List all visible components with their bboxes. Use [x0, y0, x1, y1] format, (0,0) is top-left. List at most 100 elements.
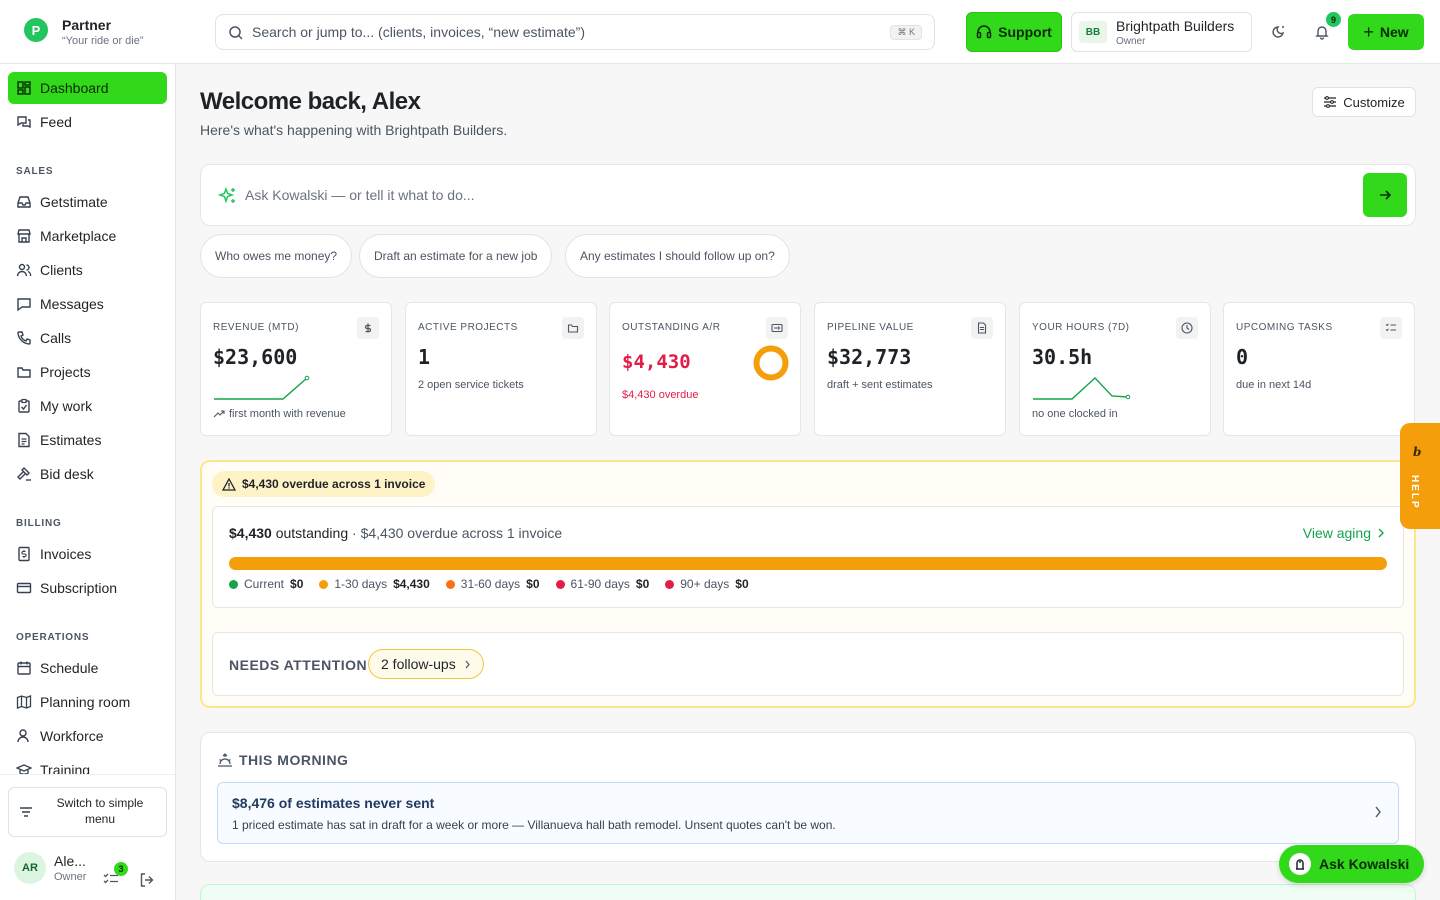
- support-label: Support: [998, 24, 1052, 40]
- logout-icon: [139, 872, 155, 888]
- follow-ups-button[interactable]: 2 follow-ups: [368, 649, 484, 679]
- sidebar-item-marketplace[interactable]: Marketplace: [8, 220, 167, 252]
- partner-logo[interactable]: P: [24, 18, 48, 42]
- page-title: Welcome back, Alex: [200, 88, 421, 115]
- sidebar-item-estimates[interactable]: Estimates: [8, 424, 167, 456]
- sidebar-item-label: Feed: [40, 114, 72, 130]
- legend-amount: $0: [735, 577, 749, 591]
- sidebar-item-label: Marketplace: [40, 228, 117, 244]
- overdue-warning-text: $4,430 overdue across 1 invoice: [242, 477, 426, 491]
- theme-toggle-button[interactable]: [1262, 16, 1294, 48]
- search-input[interactable]: [252, 15, 872, 49]
- sidebar-item-messages[interactable]: Messages: [8, 288, 167, 320]
- kpi-card-pipeline-value[interactable]: PIPELINE VALUE $32,773 draft + sent esti…: [814, 302, 1006, 436]
- document-icon: [16, 432, 32, 448]
- sidebar-item-label: My work: [40, 398, 93, 414]
- suggestion-chip-follow-up[interactable]: Any estimates I should follow up on?: [565, 234, 790, 278]
- invoice-icon: [16, 546, 32, 562]
- insight-card-unsent-estimates[interactable]: $8,476 of estimates never sent 1 priced …: [217, 782, 1399, 844]
- sidebar-item-feed[interactable]: Feed: [8, 106, 167, 138]
- kowalski-avatar-icon: [1289, 853, 1311, 875]
- sidebar-section-sales: SALES: [16, 166, 54, 177]
- legend-label: 90+ days: [680, 577, 730, 591]
- card-icon: [16, 580, 32, 596]
- logo-letter: P: [31, 22, 41, 38]
- help-tab[interactable]: b HELP: [1400, 423, 1440, 529]
- sidebar-item-clients[interactable]: Clients: [8, 254, 167, 286]
- ar-donut: [753, 345, 789, 381]
- dollar-icon: [357, 317, 379, 339]
- sidebar-item-subscription[interactable]: Subscription: [8, 572, 167, 604]
- dashboard-icon: [16, 80, 32, 96]
- tasks-badge: 3: [114, 862, 128, 876]
- org-switcher[interactable]: BB Brightpath Builders Owner: [1071, 12, 1252, 52]
- kpi-card-revenue[interactable]: REVENUE (MTD) $23,600 first month with r…: [200, 302, 392, 436]
- sidebar-item-bid-desk[interactable]: Bid desk: [8, 458, 167, 490]
- chevron-right-icon: [464, 660, 471, 669]
- sidebar-item-projects[interactable]: Projects: [8, 356, 167, 388]
- sidebar-item-my-work[interactable]: My work: [8, 390, 167, 422]
- ask-kowalski-button[interactable]: Ask Kowalski: [1279, 845, 1424, 883]
- ar-outstanding-amount: $4,430: [229, 525, 272, 541]
- sidebar-item-dashboard[interactable]: Dashboard: [8, 72, 167, 104]
- sidebar-item-planning-room[interactable]: Planning room: [8, 686, 167, 718]
- sidebar-item-invoices[interactable]: Invoices: [8, 538, 167, 570]
- warning-icon: [222, 477, 236, 491]
- legend-amount: $4,430: [393, 577, 430, 591]
- view-aging-link[interactable]: View aging: [1303, 525, 1385, 541]
- global-search[interactable]: ⌘ K: [215, 14, 935, 50]
- ask-send-button[interactable]: [1363, 173, 1407, 217]
- kpi-sub: first month with revenue: [229, 408, 346, 420]
- ask-kowalski-label: Ask Kowalski: [1319, 856, 1410, 872]
- legend-dot: [555, 579, 565, 589]
- kpi-label: YOUR HOURS (7D): [1032, 322, 1130, 333]
- customize-label: Customize: [1343, 94, 1405, 110]
- kpi-card-hours[interactable]: YOUR HOURS (7D) 30.5h no one clocked in: [1019, 302, 1211, 436]
- sidebar-item-calls[interactable]: Calls: [8, 322, 167, 354]
- ar-outstanding-detail: · $4,430 overdue across 1 invoice: [352, 525, 563, 541]
- legend-amount: $0: [635, 577, 650, 591]
- moon-sun-icon: [1269, 23, 1287, 41]
- switch-simple-menu-label: Switch to simple menu: [56, 796, 144, 826]
- sidebar-item-getstimate[interactable]: Getstimate: [8, 186, 167, 218]
- sidebar-item-label: Clients: [40, 262, 83, 278]
- search-shortcut: ⌘ K: [890, 25, 922, 40]
- sidebar-item-label: Schedule: [40, 660, 99, 676]
- ar-outstanding-heading: $4,430 outstanding · $4,430 overdue acro…: [229, 525, 562, 541]
- switch-simple-menu-button[interactable]: Switch to simple menu: [8, 787, 167, 837]
- ar-outstanding-word: outstanding: [275, 525, 349, 541]
- kpi-label: REVENUE (MTD): [213, 322, 299, 333]
- calendar-icon: [16, 660, 32, 676]
- map-icon: [16, 694, 32, 710]
- support-button[interactable]: Support: [966, 12, 1062, 52]
- kpi-card-active-projects[interactable]: ACTIVE PROJECTS 1 2 open service tickets: [405, 302, 597, 436]
- kpi-value: $4,430: [622, 351, 691, 373]
- sidebar-item-label: Getstimate: [40, 194, 108, 210]
- top-bar: P Partner “Your ride or die” ⌘ K Support…: [0, 0, 1440, 64]
- notifications-badge: 9: [1326, 12, 1341, 27]
- this-morning-title: THIS MORNING: [239, 752, 349, 768]
- new-label: New: [1379, 24, 1409, 40]
- folder-icon: [562, 317, 584, 339]
- sidebar-item-label: Invoices: [40, 546, 92, 562]
- logout-button[interactable]: [139, 872, 155, 888]
- kpi-label: UPCOMING TASKS: [1236, 322, 1333, 333]
- message-icon: [16, 296, 32, 312]
- customize-button[interactable]: Customize: [1312, 87, 1416, 117]
- ask-kowalski-input[interactable]: [245, 177, 1345, 213]
- inbox-icon: [16, 194, 32, 210]
- aging-progress-bar: [229, 557, 1387, 570]
- avatar[interactable]: AR: [14, 852, 46, 884]
- suggestion-chip-draft-estimate[interactable]: Draft an estimate for a new job: [359, 234, 553, 278]
- clipboard-icon: [16, 398, 32, 414]
- suggestion-chip-who-owes[interactable]: Who owes me money?: [200, 234, 353, 278]
- user-role: Owner: [54, 871, 87, 883]
- kpi-card-outstanding-ar[interactable]: OUTSTANDING A/R $4,430 $4,430 overdue: [609, 302, 801, 436]
- insight-text: 1 priced estimate has sat in draft for a…: [232, 818, 836, 832]
- sidebar-item-schedule[interactable]: Schedule: [8, 652, 167, 684]
- sidebar-item-label: Bid desk: [40, 466, 94, 482]
- kpi-card-upcoming-tasks[interactable]: UPCOMING TASKS 0 due in next 14d: [1223, 302, 1415, 436]
- sidebar-item-label: Calls: [40, 330, 72, 346]
- sidebar-item-workforce[interactable]: Workforce: [8, 720, 167, 752]
- new-button[interactable]: + New: [1348, 14, 1424, 50]
